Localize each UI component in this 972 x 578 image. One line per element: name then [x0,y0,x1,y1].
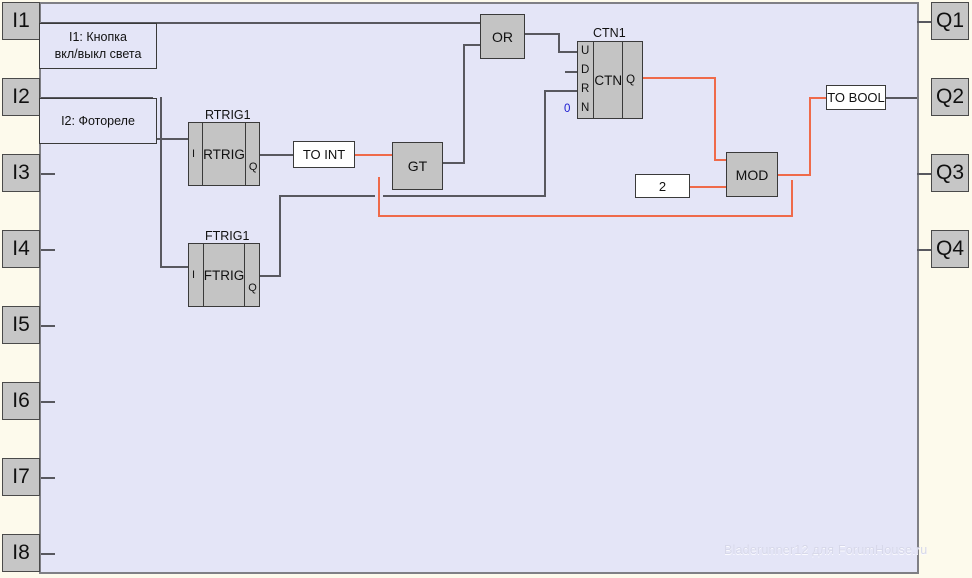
fbd-editor-canvas-page: I1 I2 I3 I4 I5 I6 I7 I8 Q1 Q2 Q3 Q4 I1: … [0,0,972,578]
output-label-q1: Q1 [935,9,964,32]
function-block-ctn[interactable]: U D R N CTN Q [577,41,643,119]
wire-ctn-q-h [643,77,716,79]
wire-rtrig-q-to-toint [259,154,294,156]
ctn-pin-r: R [581,82,590,95]
input-label-i8: I8 [12,541,30,564]
wire-or-out-h [525,33,560,35]
wire-i2-to-ftrig-i [160,266,189,268]
rtrig-instance-label: RTRIG1 [205,108,251,122]
function-block-ftrig[interactable]: I FTRIG Q [188,243,260,307]
function-block-rtrig[interactable]: I RTRIG Q [188,122,260,186]
input-terminal-i6[interactable]: I6 [2,382,40,420]
rtrig-input-pin[interactable]: I [189,123,204,185]
wire-gt-out-v [463,44,465,164]
rtrig-output-pin-label: Q [248,161,258,173]
ftrig-input-pin[interactable]: I [189,244,204,306]
ctn-input-pins[interactable]: U D R N [578,42,595,118]
output-terminal-q4[interactable]: Q4 [931,230,969,268]
ftrig-input-pin-label: I [192,269,196,281]
ftrig-output-pin[interactable]: Q [244,244,259,306]
rtrig-output-pin[interactable]: Q [244,123,259,185]
wire-to-ctn-reset-v [544,90,546,197]
wire-ftrig-q-v [279,195,281,277]
wire-or-out-v [558,33,560,53]
wire-to-ctn-reset-h [544,90,578,92]
wire-gt-out-h [443,162,465,164]
output-terminal-q1[interactable]: Q1 [931,2,969,40]
ctn-output-pin-label: Q [626,74,636,86]
ctn-type-label: CTN [594,72,623,88]
wire-stub-i5 [41,325,55,327]
wire-stub-q1 [917,21,931,23]
ctn-n-default-value: 0 [564,103,571,115]
program-sheet [39,2,919,574]
ftrig-output-pin-label: Q [248,282,257,294]
wire-toint-to-gt [355,154,393,156]
input-terminal-i3[interactable]: I3 [2,154,40,192]
input-label-i5: I5 [12,313,30,336]
wire-stub-i8 [41,553,55,555]
wire-ftrig-q-h1 [259,275,281,277]
comment-box-i2: I2: Фотореле [39,98,157,144]
wire-mod-out-h1 [777,174,811,176]
wire-stub-i7 [41,477,55,479]
wire-tobool-to-q2 [885,97,917,99]
input-label-i1: I1 [12,9,30,32]
wire-stub-i6 [41,401,55,403]
wire-or-to-ctn-u [558,51,578,53]
wire-ctn-q-v [714,77,716,161]
converter-block-to-int[interactable]: TO INT [293,141,355,168]
wire-ftrig-q-h3 [383,195,546,197]
output-label-q4: Q4 [935,237,964,260]
input-terminal-i5[interactable]: I5 [2,306,40,344]
input-terminal-i2[interactable]: I2 [2,78,40,116]
watermark-text: Bladerunner12 для ForumHouse.ru [724,543,928,557]
function-block-mod[interactable]: MOD [726,152,778,197]
output-label-q2: Q2 [935,85,964,108]
wire-stub-q4 [917,249,931,251]
ctn-instance-label: CTN1 [593,26,626,40]
ctn-pin-n: N [581,101,590,114]
ctn-output-pin[interactable]: Q [622,42,642,118]
wire-ftrig-q-h2 [279,195,375,197]
output-label-q3: Q3 [935,161,964,184]
wire-feedback-bus-h [378,215,793,217]
output-terminal-q2[interactable]: Q2 [931,78,969,116]
rtrig-type-label: RTRIG [203,146,245,162]
ftrig-instance-label: FTRIG1 [205,229,250,243]
wire-feedback-bus-v [791,180,793,217]
converter-block-to-bool[interactable]: TO BOOL [826,85,886,110]
wire-mod-to-tobool [809,97,827,99]
input-terminal-i7[interactable]: I7 [2,458,40,496]
input-terminal-i8[interactable]: I8 [2,534,40,572]
wire-i2-branch-v-b [160,97,162,267]
wire-mod-out-v [809,97,811,176]
function-block-or[interactable]: OR [480,14,525,59]
input-label-i3: I3 [12,161,30,184]
input-label-i6: I6 [12,389,30,412]
input-label-i2: I2 [12,85,30,108]
constant-value-box[interactable]: 2 [635,174,690,198]
ctn-pin-u: U [581,44,590,57]
rtrig-input-pin-label: I [192,148,196,160]
function-block-gt[interactable]: GT [392,142,443,190]
comment-box-i1: I1: Кнопка вкл/выкл света [39,23,157,69]
input-terminal-i1[interactable]: I1 [2,2,40,40]
ctn-pin-d: D [581,63,590,76]
wire-stub-i4 [41,249,55,251]
ftrig-type-label: FTRIG [203,267,245,283]
wire-const2-to-mod [690,186,728,188]
input-terminal-i4[interactable]: I4 [2,230,40,268]
wire-gt-to-or-h [463,44,481,46]
input-label-i4: I4 [12,237,30,260]
wire-gt-lower-input-v [378,177,380,217]
wire-stub-q3 [917,173,931,175]
input-label-i7: I7 [12,465,30,488]
wire-stub-i3 [41,173,55,175]
output-terminal-q3[interactable]: Q3 [931,154,969,192]
